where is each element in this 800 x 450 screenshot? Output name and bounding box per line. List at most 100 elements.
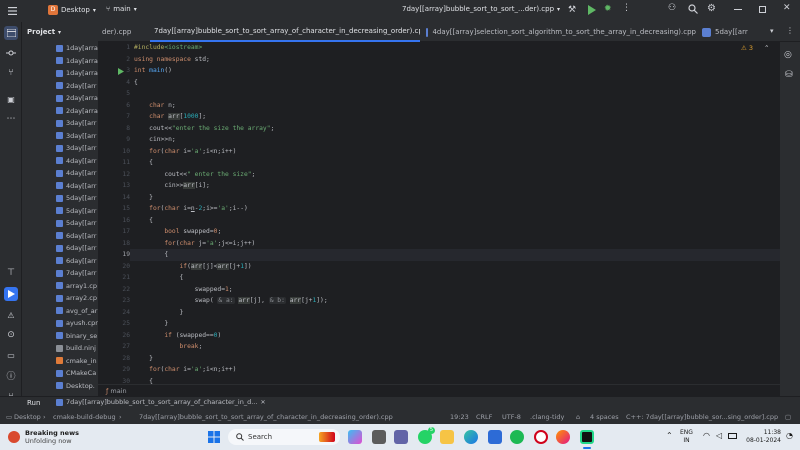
project-tree-item[interactable]: binary_se [22,330,98,343]
inspection-widget[interactable]: ⚠ 3 [741,44,753,52]
terminal-icon[interactable]: ▭ [4,348,18,362]
project-tree-item[interactable]: Desktop. [22,380,98,393]
project-tree-item[interactable]: CMakeCa [22,367,98,380]
close-icon[interactable]: ✕ [783,3,791,13]
caret-position[interactable]: 19:23 [450,413,469,421]
project-tree-item[interactable]: array2.cp [22,292,98,305]
settings-gear-icon[interactable]: ⚙ [707,3,716,14]
more-tools-icon[interactable]: ⋯ [4,112,18,126]
clock[interactable]: 11:38 08-01-2024 [741,429,781,445]
project-tree-item[interactable]: cmake_in [22,355,98,368]
search-icon[interactable] [688,4,698,16]
database-icon[interactable]: ⛁ [785,70,793,80]
project-tree-item[interactable]: 4day[[arr [22,167,98,180]
info-icon[interactable]: ⓘ [4,368,18,382]
edge-icon[interactable] [464,430,478,444]
run-config-selector[interactable]: 7day[[array]bubble_sort_to_sort_...der).… [402,5,560,13]
project-tree-item[interactable]: 2day[[arr [22,80,98,93]
app-icon[interactable] [534,430,548,444]
file-explorer-icon[interactable] [440,430,454,444]
project-tree-item[interactable]: 2day[arra [22,92,98,105]
editor-tab-active[interactable]: 7day[[array]bubble_sort_to_sort_array_of… [150,22,420,42]
status-crumb[interactable]: Desktop [14,413,41,421]
hamburger-menu-icon[interactable] [6,5,18,17]
battery-icon[interactable] [728,433,737,439]
tray-overflow-icon[interactable]: ⌃ [666,431,673,440]
build-icon[interactable]: ⊤ [4,266,18,280]
line-separator[interactable]: CRLF [476,413,492,421]
firefox-icon[interactable] [556,430,570,444]
project-tree-item[interactable]: 1day[arra [22,67,98,80]
start-button[interactable] [208,431,220,443]
editor-tab[interactable]: der).cpp [102,22,146,42]
project-tree-item[interactable]: build.ninj [22,342,98,355]
structure-icon[interactable]: ▣ [4,92,18,106]
commit-icon[interactable] [4,46,18,60]
project-tree-item[interactable]: 1day[arra [22,55,98,68]
problems-icon[interactable]: ⚠ [4,308,18,322]
project-view-icon[interactable] [4,26,18,40]
project-tree-item[interactable]: 5day[[arr [22,192,98,205]
run-play-icon[interactable] [587,5,596,17]
expand-icon[interactable]: ⌃ [764,44,769,52]
copilot-icon[interactable] [348,430,362,444]
notification-bell-icon[interactable]: ◔ [786,431,793,440]
project-tree-item[interactable]: 4day[[arr [22,180,98,193]
whatsapp-icon[interactable]: 5 [418,427,435,444]
project-tree-item[interactable]: 6day[[arr [22,230,98,243]
project-selector[interactable]: D Desktop ▾ [48,5,96,15]
editor-tab[interactable]: 5day[[arr [702,22,762,42]
project-panel-header[interactable]: Project ▾ [22,22,98,42]
clion-icon[interactable] [580,430,594,444]
teams-icon[interactable] [394,430,408,444]
profile-icon[interactable]: ⚇ [668,3,676,13]
run-tool-icon[interactable] [4,287,18,301]
store-icon[interactable] [488,430,502,444]
status-crumb[interactable]: cmake-build-debug [53,413,116,421]
project-tree-item[interactable]: 7day[[arr [22,267,98,280]
tabs-more-icon[interactable]: ⋮ [786,26,794,35]
services-icon[interactable]: ⊙ [4,328,18,342]
language-context[interactable]: C++: 7day[[array]bubble_sor...sing_order… [626,413,778,421]
news-widget[interactable]: Breaking news Unfolding now [8,429,79,445]
build-hammer-icon[interactable]: ⚒ [568,5,576,15]
project-tree-item[interactable]: 4day[[arr [22,155,98,168]
status-crumb[interactable]: 7day[[array]bubble_sort_to_sort_array_of… [139,413,393,421]
project-tree-item[interactable]: 3day[[arr [22,130,98,143]
linter-status[interactable]: .clang-tidy [530,413,564,421]
project-tree-item[interactable]: 3day[[arr [22,117,98,130]
pull-requests-icon[interactable]: ⑂ [4,66,18,80]
project-tree-item[interactable]: 6day[[arr [22,242,98,255]
branch-selector[interactable]: ⑂ main ▾ [106,5,137,13]
minimize-icon[interactable] [734,9,742,10]
project-tree-item[interactable]: 6day[[arr [22,255,98,268]
project-tree-item[interactable]: ayush.cpr [22,317,98,330]
project-tree-item[interactable]: avg_of_ar [22,305,98,318]
maximize-icon[interactable] [759,6,766,13]
code-editor[interactable]: 1 2 3 4 5 6 7 8 9 10 11 12 13 14 15 16 17 18 19 20 21 22 23 24 2… [98,42,780,384]
project-tree-item[interactable]: 3day[[arr [22,142,98,155]
editor-tab[interactable]: 4day[[array]selection_sort_algorithm_to_… [426,22,696,42]
project-tree-item[interactable]: 5day[[arr [22,217,98,230]
run-gutter-icon[interactable] [118,68,124,77]
volume-icon[interactable]: ◁ [716,431,722,440]
project-tree-item[interactable]: 1day[arra [22,42,98,55]
taskbar-search[interactable]: Search [228,429,340,445]
project-tree-item[interactable]: 2day[arra [22,105,98,118]
editor-breadcrumb[interactable]: ƒ main [98,384,780,396]
wifi-icon[interactable]: ◠ [703,431,710,440]
project-tree-item[interactable]: array1.cp [22,280,98,293]
task-view-icon[interactable] [372,430,386,444]
debug-bug-icon[interactable]: ✹ [604,4,612,14]
run-config-tab[interactable]: 7day[[array]bubble_sort_to_sort_array_of… [56,398,265,406]
spotify-icon[interactable] [510,430,524,444]
language-indicator[interactable]: ENG IN [680,429,693,445]
indent-setting[interactable]: 4 spaces [590,413,619,421]
more-actions-icon[interactable]: ⋮ [622,3,631,13]
close-icon[interactable]: ✕ [260,399,265,406]
notifications-icon[interactable]: ◎ [784,50,792,60]
tabs-overflow-icon[interactable]: ▾ [770,27,774,35]
project-tree-item[interactable]: 5day[[arr [22,205,98,218]
file-encoding[interactable]: UTF-8 [502,413,521,421]
run-tab-label[interactable]: Run [27,399,40,407]
